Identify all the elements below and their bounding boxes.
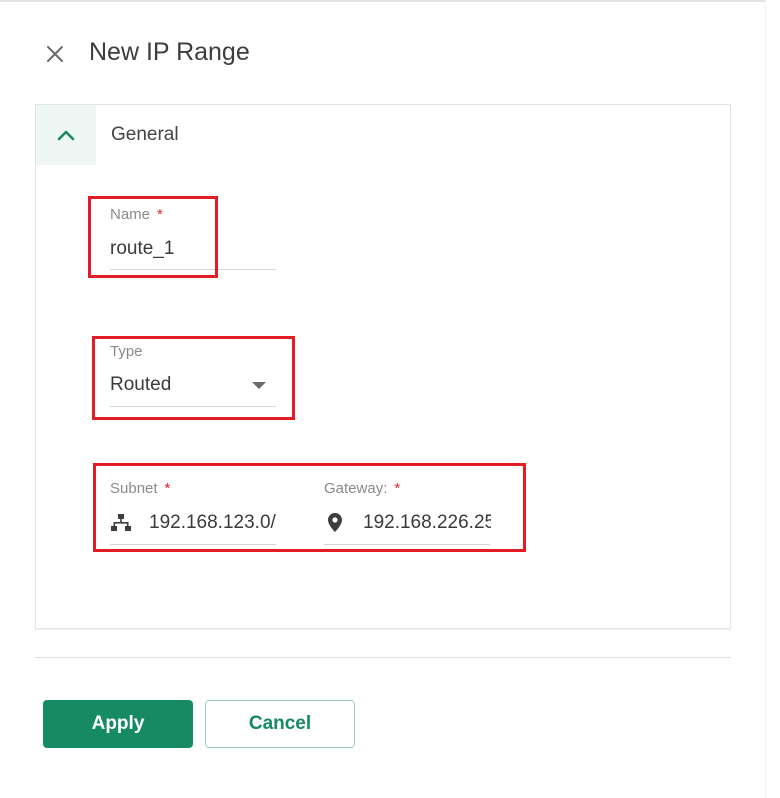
close-button[interactable] [42,41,68,67]
right-border [765,0,766,798]
cancel-button[interactable]: Cancel [205,700,355,748]
name-input[interactable]: route_1 [110,238,270,260]
gateway-input[interactable]: 192.168.226.254 [363,512,491,534]
name-label: Name * [110,206,163,223]
required-marker: * [394,480,401,497]
subnet-input[interactable]: 192.168.123.0/24 [149,512,276,534]
gateway-underline [324,544,490,545]
type-select[interactable]: Routed [110,374,230,396]
required-marker: * [157,206,163,223]
dialog-title: New IP Range [89,38,250,66]
chevron-up-icon [57,130,75,141]
caret-down-icon[interactable] [252,382,266,390]
apply-button[interactable]: Apply [43,700,193,748]
name-underline [110,269,276,270]
section-title: General [111,124,179,145]
location-pin-icon [328,513,342,532]
top-border [0,0,765,2]
required-marker: * [164,480,171,497]
gateway-label: Gateway: * [324,480,401,497]
type-label: Type [110,343,143,360]
subnet-label: Subnet * [110,480,171,497]
general-section: General [35,104,731,629]
footer-divider [35,657,731,658]
close-icon [47,46,63,62]
collapse-button[interactable] [36,105,96,165]
network-icon [111,514,131,531]
type-underline [110,406,276,407]
subnet-underline [110,544,276,545]
